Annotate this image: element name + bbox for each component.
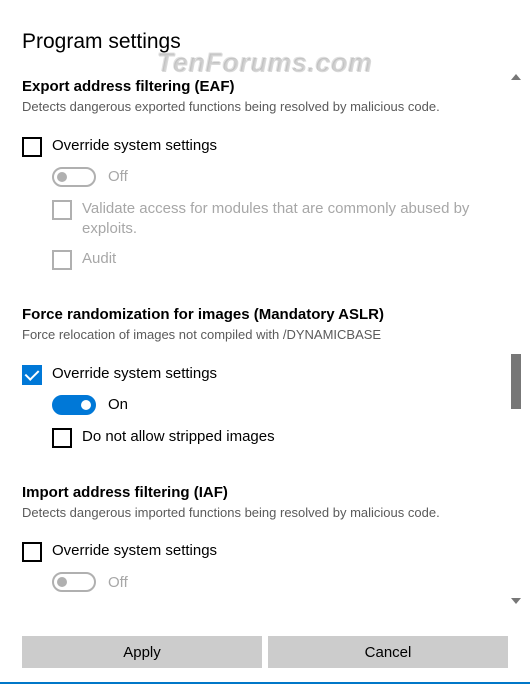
- scroll-up-icon[interactable]: [511, 74, 521, 80]
- scroll-thumb[interactable]: [511, 354, 521, 409]
- iaf-override-checkbox[interactable]: [22, 542, 42, 562]
- vertical-scrollbar[interactable]: [508, 74, 524, 604]
- aslr-override-checkbox[interactable]: [22, 365, 42, 385]
- eaf-validate-row: Validate access for modules that are com…: [52, 199, 508, 240]
- aslr-override-label: Override system settings: [52, 364, 217, 384]
- eaf-audit-checkbox: [52, 250, 72, 270]
- aslr-toggle[interactable]: On: [52, 395, 508, 415]
- section-desc-aslr: Force relocation of images not compiled …: [22, 326, 508, 344]
- aslr-strip-label: Do not allow stripped images: [82, 427, 275, 447]
- eaf-toggle-track: [52, 167, 96, 187]
- aslr-toggle-track[interactable]: [52, 395, 96, 415]
- section-desc-iaf: Detects dangerous imported functions bei…: [22, 504, 508, 522]
- cancel-button[interactable]: Cancel: [268, 636, 508, 668]
- footer-buttons: Apply Cancel: [0, 636, 530, 668]
- aslr-toggle-state: On: [108, 396, 128, 413]
- eaf-override-label: Override system settings: [52, 136, 217, 156]
- iaf-toggle-track: [52, 572, 96, 592]
- eaf-toggle-state: Off: [108, 168, 128, 185]
- eaf-toggle: Off: [52, 167, 508, 187]
- eaf-override-row[interactable]: Override system settings: [22, 136, 508, 157]
- section-heading-aslr: Force randomization for images (Mandator…: [22, 306, 508, 323]
- iaf-toggle: Off: [52, 572, 508, 592]
- aslr-strip-row[interactable]: Do not allow stripped images: [52, 427, 508, 448]
- section-desc-eaf: Detects dangerous exported functions bei…: [22, 98, 508, 116]
- section-heading-iaf: Import address filtering (IAF): [22, 484, 508, 501]
- aslr-strip-checkbox[interactable]: [52, 428, 72, 448]
- apply-button[interactable]: Apply: [22, 636, 262, 668]
- eaf-validate-checkbox: [52, 200, 72, 220]
- eaf-validate-label: Validate access for modules that are com…: [82, 199, 508, 240]
- section-heading-eaf: Export address filtering (EAF): [22, 78, 508, 95]
- scroll-down-icon[interactable]: [511, 598, 521, 604]
- aslr-override-row[interactable]: Override system settings: [22, 364, 508, 385]
- eaf-override-checkbox[interactable]: [22, 137, 42, 157]
- eaf-audit-label: Audit: [82, 249, 116, 269]
- iaf-override-row[interactable]: Override system settings: [22, 541, 508, 562]
- iaf-toggle-state: Off: [108, 574, 128, 591]
- iaf-override-label: Override system settings: [52, 541, 217, 561]
- eaf-audit-row: Audit: [52, 249, 508, 270]
- settings-scroll-area: Export address filtering (EAF) Detects d…: [22, 78, 508, 608]
- page-title: Program settings: [22, 30, 508, 54]
